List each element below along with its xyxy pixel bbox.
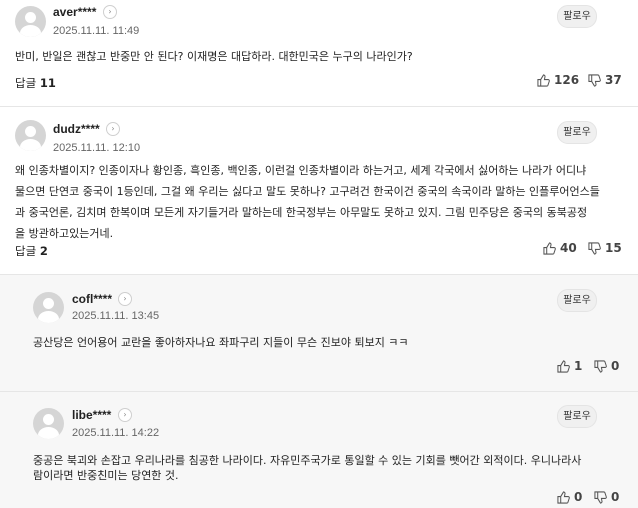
avatar[interactable] (33, 292, 64, 323)
like-count: 40 (560, 241, 577, 255)
chevron-right-icon[interactable]: › (118, 408, 132, 422)
dislike-button[interactable]: 15 (588, 241, 622, 255)
thumbs-down-icon (588, 73, 601, 87)
comment-date: 2025.11.11. 11:49 (53, 25, 140, 37)
comment-text-line: 왜 인종차별이지? 인종이자나 황인종, 흑인종, 백인종, 이런걸 인종차별이… (15, 164, 587, 177)
thumbs-up-icon (543, 241, 556, 255)
dislike-count: 15 (605, 241, 622, 255)
thumbs-up-icon (557, 490, 570, 504)
comment-text-line: 을 방관하고있는거네. (15, 227, 114, 240)
chevron-right-icon[interactable]: › (103, 5, 117, 19)
dislike-button[interactable]: 0 (594, 490, 619, 504)
like-count: 126 (554, 73, 580, 87)
comment-text-line: 람이라면 반중친미는 당연한 것. (33, 469, 179, 482)
comment-date: 2025.11.11. 14:22 (72, 427, 160, 439)
username[interactable]: aver**** (53, 5, 96, 19)
comment-text-line: 물으면 단연코 중국이 1등인데, 그걸 왜 우리는 싫다고 말도 못하나? 고… (15, 185, 600, 198)
like-count: 0 (574, 490, 583, 504)
comment-text-line: 공산당은 언어용어 교란을 좋아하자나요 좌파구리 지들이 무슨 진보야 퇴보지… (33, 336, 409, 349)
thumbs-up-icon (537, 73, 550, 87)
replies-count: 2 (39, 244, 48, 258)
dislike-button[interactable]: 0 (594, 359, 619, 373)
reply-comment: cofl**** › 2025.11.11. 13:45 팔로우 공산당은 언어… (0, 275, 638, 391)
replies-label: 답글 (15, 76, 37, 90)
dislike-count: 37 (605, 73, 622, 87)
comment-date: 2025.11.11. 13:45 (72, 310, 160, 322)
follow-button[interactable]: 팔로우 (557, 121, 597, 144)
like-button[interactable]: 0 (557, 490, 582, 504)
thumbs-down-icon (594, 359, 607, 373)
follow-button[interactable]: 팔로우 (557, 405, 597, 428)
comment: aver**** › 2025.11.11. 11:49 팔로우 반미, 반일은… (0, 0, 638, 106)
username[interactable]: cofl**** (72, 292, 112, 306)
replies-toggle[interactable]: 답글 2 (15, 243, 48, 259)
thumbs-down-icon (594, 490, 607, 504)
reply-comment: libe**** › 2025.11.11. 14:22 팔로우 중공은 북괴와… (0, 392, 638, 508)
avatar[interactable] (15, 120, 46, 151)
replies-toggle[interactable]: 답글 11 (15, 75, 56, 91)
dislike-button[interactable]: 37 (588, 73, 622, 87)
avatar[interactable] (15, 6, 46, 37)
replies-count: 11 (39, 76, 56, 90)
thumbs-down-icon (588, 241, 601, 255)
like-button[interactable]: 126 (537, 73, 579, 87)
comment: dudz**** › 2025.11.11. 12:10 팔로우 왜 인종차별이… (0, 107, 638, 274)
like-button[interactable]: 40 (543, 241, 577, 255)
comment-text-line: 반미, 반일은 괜찮고 반중만 안 된다? 이재명은 대답하라. 대한민국은 누… (15, 50, 413, 63)
follow-button[interactable]: 팔로우 (557, 289, 597, 312)
follow-button[interactable]: 팔로우 (557, 5, 597, 28)
like-count: 1 (574, 359, 583, 373)
chevron-right-icon[interactable]: › (106, 122, 120, 136)
dislike-count: 0 (611, 359, 620, 373)
avatar[interactable] (33, 408, 64, 439)
username[interactable]: libe**** (72, 408, 111, 422)
username[interactable]: dudz**** (53, 122, 100, 136)
replies-label: 답글 (15, 244, 37, 258)
comment-date: 2025.11.11. 12:10 (53, 142, 141, 154)
thumbs-up-icon (557, 359, 570, 373)
chevron-right-icon[interactable]: › (118, 292, 132, 306)
dislike-count: 0 (611, 490, 620, 504)
like-button[interactable]: 1 (557, 359, 582, 373)
comment-text-line: 과 중국언론, 김치며 한복이며 모든게 자기들거라 말하는데 한국정부는 아무… (15, 206, 588, 219)
